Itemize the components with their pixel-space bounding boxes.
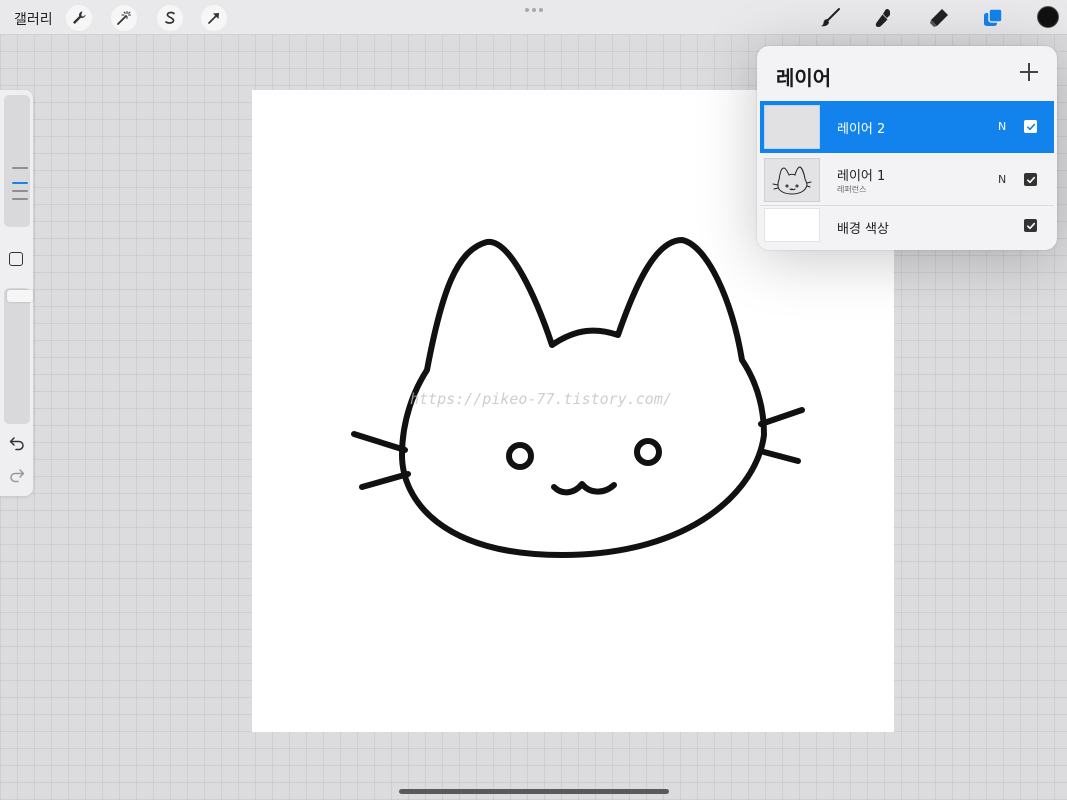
layer-row-1[interactable]: 레이어 1 레퍼런스 N bbox=[760, 154, 1054, 206]
panel-title: 레이어 bbox=[776, 66, 832, 90]
plus-icon[interactable] bbox=[1020, 63, 1038, 81]
grip-handle[interactable] bbox=[525, 8, 543, 12]
layer-name: 레이어 1 bbox=[837, 169, 886, 184]
brush-size-slider[interactable] bbox=[4, 95, 30, 227]
size-tick bbox=[12, 190, 28, 192]
visibility-checkbox[interactable] bbox=[1024, 120, 1037, 133]
layer-name: 레이어 2 bbox=[837, 122, 886, 137]
transform-arrow-icon[interactable] bbox=[201, 5, 227, 31]
eraser-icon[interactable] bbox=[925, 4, 953, 32]
layer-thumbnail bbox=[764, 105, 820, 149]
checkmark-icon bbox=[1026, 176, 1035, 183]
size-tick bbox=[12, 198, 28, 200]
layer-subtitle: 레퍼런스 bbox=[837, 185, 867, 194]
brush-icon[interactable] bbox=[816, 4, 844, 32]
top-toolbar: 갤러리 bbox=[0, 0, 1067, 35]
watermark-text: https://pikeo-77.tistory.com/ bbox=[410, 390, 672, 408]
layer-thumbnail bbox=[764, 158, 820, 202]
brush-opacity-slider[interactable] bbox=[4, 288, 33, 424]
visibility-checkbox[interactable] bbox=[1024, 219, 1037, 232]
opacity-slider-thumb[interactable] bbox=[7, 290, 33, 302]
blend-mode-button[interactable]: N bbox=[998, 120, 1006, 133]
color-picker-button[interactable] bbox=[1037, 6, 1059, 28]
undo-icon[interactable] bbox=[8, 434, 26, 452]
size-tick-active bbox=[12, 182, 28, 184]
left-sidebar bbox=[0, 90, 33, 496]
layers-panel: 레이어 레이어 2 N 레이어 1 레퍼런스 N 배경 색상 bbox=[757, 46, 1057, 250]
size-tick bbox=[12, 167, 28, 169]
gallery-button[interactable]: 갤러리 bbox=[14, 9, 53, 29]
smudge-icon[interactable] bbox=[870, 4, 898, 32]
checkmark-icon bbox=[1026, 222, 1035, 229]
selection-s-icon[interactable] bbox=[157, 5, 183, 31]
square-modify-icon[interactable] bbox=[9, 252, 23, 266]
wrench-icon[interactable] bbox=[66, 5, 92, 31]
redo-icon[interactable] bbox=[8, 466, 26, 484]
blend-mode-button[interactable]: N bbox=[998, 173, 1006, 186]
background-color-swatch[interactable] bbox=[764, 208, 820, 242]
visibility-checkbox[interactable] bbox=[1024, 173, 1037, 186]
layers-icon[interactable] bbox=[979, 4, 1007, 32]
background-color-row[interactable]: 배경 색상 bbox=[760, 206, 1054, 246]
layer-row-2[interactable]: 레이어 2 N bbox=[760, 101, 1054, 153]
magic-wand-icon[interactable] bbox=[111, 5, 137, 31]
home-indicator[interactable] bbox=[399, 789, 669, 794]
layer-name: 배경 색상 bbox=[837, 222, 889, 237]
cat-thumbnail bbox=[772, 166, 812, 195]
checkmark-icon bbox=[1026, 123, 1035, 130]
